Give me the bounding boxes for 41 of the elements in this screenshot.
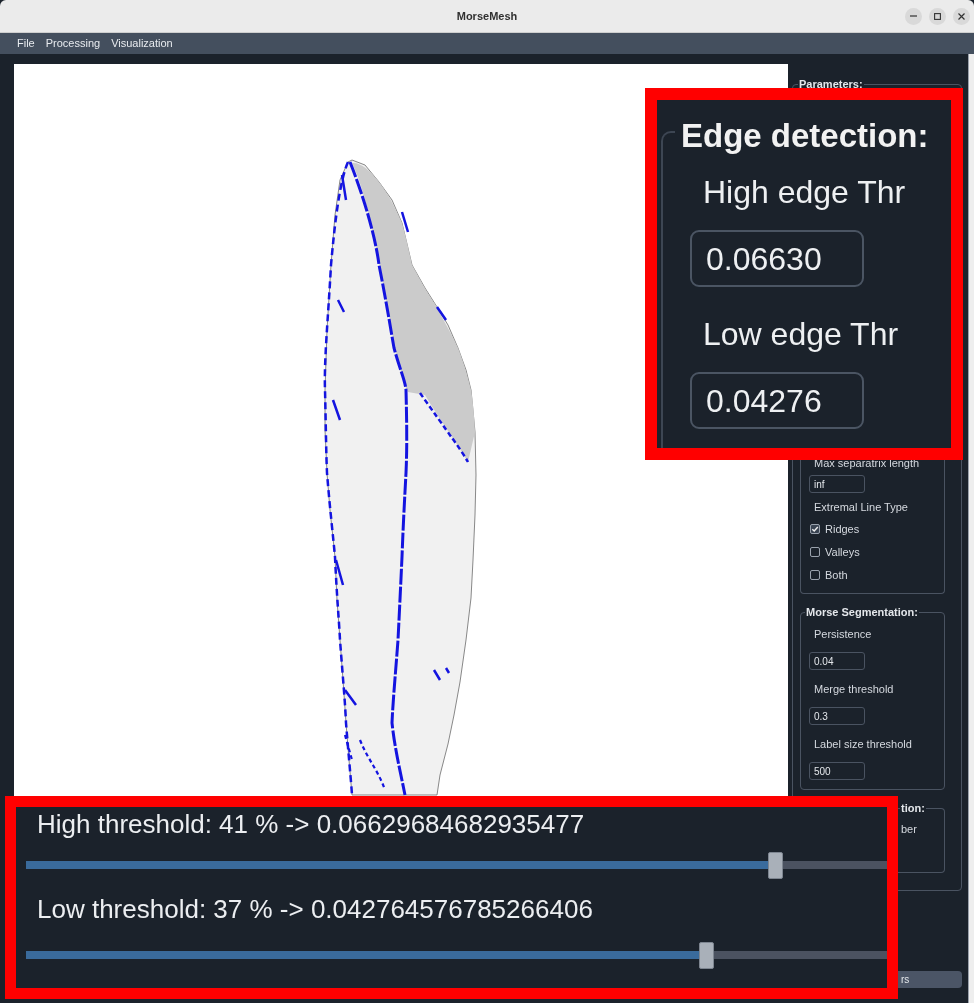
field-label: Merge threshold <box>814 682 894 696</box>
group-title: Morse Segmentation: <box>805 606 919 618</box>
group-title: tion: <box>900 802 926 814</box>
field-label: Persistence <box>814 627 872 641</box>
field-label: ber <box>901 822 917 836</box>
field-label: Low edge Thr <box>703 318 899 350</box>
group-title: Edge detection: <box>681 119 929 152</box>
maximize-button[interactable] <box>929 7 946 25</box>
text-field[interactable]: 0.06630 <box>690 230 864 287</box>
slider-label: High threshold: 41 % -> 0.06629684682935477 <box>37 811 585 837</box>
slider-thumb[interactable] <box>768 852 784 879</box>
text-field[interactable]: 500 <box>809 762 865 780</box>
text-field[interactable]: 0.04276 <box>690 372 864 429</box>
slider-track[interactable] <box>26 942 887 969</box>
checkbox[interactable] <box>810 524 820 534</box>
close-icon <box>958 12 965 20</box>
minimize-button[interactable] <box>905 7 922 25</box>
slider-label: Low threshold: 37 % -> 0.042764576785266406 <box>37 896 593 922</box>
checkbox-label[interactable]: Ridges <box>825 523 860 535</box>
menu-item[interactable]: Visualization <box>111 38 173 49</box>
field-label: Label size threshold <box>814 737 912 751</box>
checkbox-label[interactable]: Both <box>825 569 848 581</box>
menu-item[interactable]: File <box>17 38 35 49</box>
maximize-icon <box>934 12 941 20</box>
text-field[interactable]: inf <box>809 475 865 493</box>
minimize-icon <box>910 15 917 17</box>
field-label: Extremal Line Type <box>814 500 908 514</box>
window-title: MorseMesh <box>456 8 518 24</box>
checkbox[interactable] <box>810 547 820 557</box>
slider-thumb[interactable] <box>699 942 715 969</box>
field-label: High edge Thr <box>703 176 906 208</box>
menu-item[interactable]: Processing <box>45 38 101 49</box>
panel-button[interactable]: rs <box>898 971 962 988</box>
checkbox-label[interactable]: Valleys <box>825 546 860 558</box>
text-field[interactable]: 0.04 <box>809 652 865 670</box>
field-label: Max separatrix length <box>814 456 920 470</box>
text-field[interactable]: 0.3 <box>809 707 865 725</box>
checkbox[interactable] <box>810 570 820 580</box>
close-button[interactable] <box>953 7 970 25</box>
slider-track[interactable] <box>26 852 887 879</box>
group-title: Parameters: <box>798 78 864 90</box>
